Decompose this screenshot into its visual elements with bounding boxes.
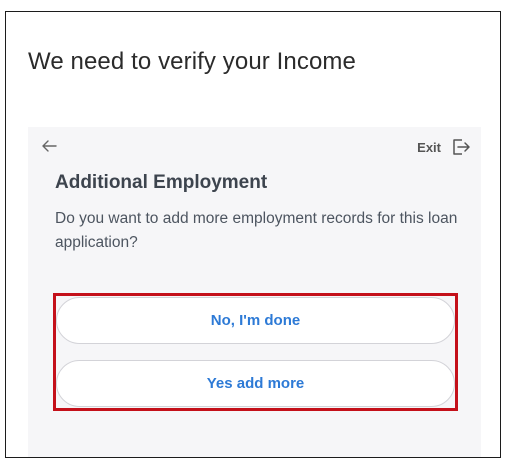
section-description: Do you want to add more employment recor…: [55, 210, 458, 251]
exit-door-icon: [453, 139, 470, 155]
page-title: We need to verify your Income: [28, 48, 356, 75]
employment-card: Exit Additional Employment Do you want t…: [28, 127, 481, 457]
dialog-frame: We need to verify your Income Exit Addit…: [5, 11, 501, 458]
exit-label: Exit: [417, 139, 441, 155]
exit-button[interactable]: Exit: [417, 136, 471, 158]
yes-add-more-button[interactable]: Yes add more: [56, 360, 455, 407]
options-highlight-box: No, I'm done Yes add more: [53, 293, 458, 411]
arrow-left-icon[interactable]: [40, 137, 58, 155]
section-heading: Additional Employment: [55, 172, 268, 193]
no-im-done-button[interactable]: No, I'm done: [56, 297, 455, 344]
